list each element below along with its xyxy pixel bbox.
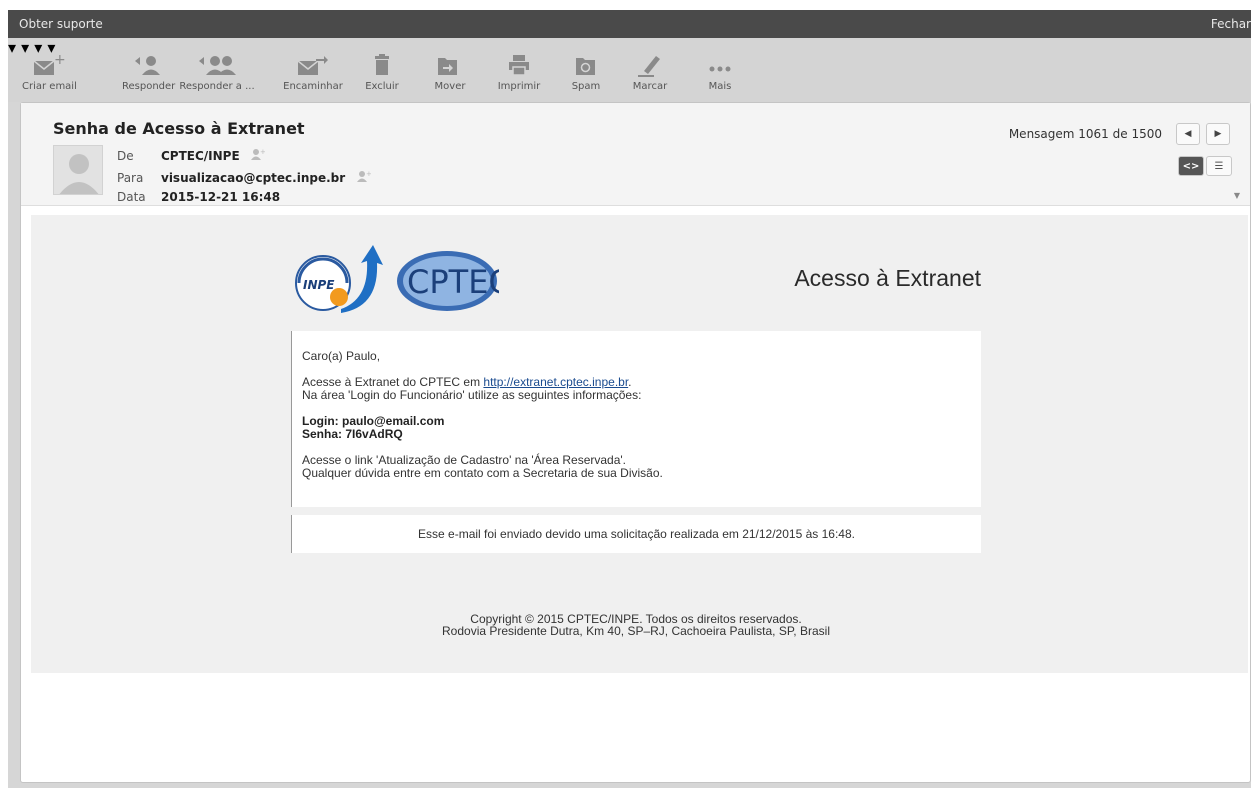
support-link[interactable]: Obter suporte [19,17,103,31]
closing: Acesse o link 'Atualização de Cadastro' … [302,454,971,480]
close-link[interactable]: Fechar [1211,17,1251,31]
message-header: Senha de Acesso à Extranet De CPTEC/INPE … [21,103,1250,206]
toolbar: + Criar email Responder Responder a ... … [8,38,1251,102]
email-content: INPE CPTEC Acesso à Extranet Caro(a) Pau… [31,215,1248,673]
forward-icon [278,50,348,80]
spam-button[interactable]: Spam [566,50,606,92]
reply-label: Responder [122,81,176,92]
new-mail-icon: + [22,50,76,80]
forward-button[interactable]: Encaminhar [278,50,348,92]
arrow-right-icon: ▶ [1214,129,1222,139]
email-footer: Copyright © 2015 CPTEC/INPE. Todos os di… [291,613,981,637]
expand-header-icon[interactable]: ▼ [1234,191,1240,200]
more-dots-icon [698,50,742,80]
print-button[interactable]: Imprimir [494,50,544,92]
text-view-button[interactable]: ☰ [1206,156,1232,176]
from-row: De CPTEC/INPE + [117,148,266,163]
to-label: Para [117,171,144,185]
text-lines-icon: ☰ [1214,160,1224,172]
add-contact-icon[interactable]: + [248,148,266,163]
move-label: Mover [434,81,466,92]
mark-label: Marcar [632,81,668,92]
reply-dropdown-caret-icon[interactable]: ▾ [8,38,16,57]
delete-button[interactable]: Excluir [360,50,404,92]
update-link-text: Acesse o link 'Atualização de Cadastro' … [302,453,627,467]
access-prefix: Acesse à Extranet do CPTEC em [302,375,484,389]
instructions: Acesse à Extranet do CPTEC em http://ext… [302,376,971,402]
cptec-logo: CPTEC [397,251,511,311]
trash-icon [360,50,404,80]
html-view-button[interactable]: <> [1178,156,1204,176]
printer-icon [494,50,544,80]
svg-text:+: + [366,170,371,178]
forward-label: Encaminhar [283,81,343,92]
code-icon: <> [1182,160,1200,172]
folder-move-icon [428,50,472,80]
marker-pen-icon [626,50,674,80]
contact-text: Qualquer dúvida entre em contato com a S… [302,466,663,480]
inpe-logo-text: INPE [303,278,335,292]
svg-text:+: + [260,148,265,156]
from-label: De [117,149,134,163]
reply-icon [122,50,174,80]
prev-message-button[interactable]: ◀ [1176,123,1200,145]
from-value[interactable]: CPTEC/INPE [161,149,240,163]
create-email-button[interactable]: + Criar email [22,50,77,92]
credentials: Login: paulo@email.com Senha: 7I6vAdRQ [302,415,971,441]
mail-window: Obter suporte Fechar + Criar email Respo… [8,10,1251,788]
add-contact-icon[interactable]: + [353,170,372,185]
spam-folder-icon [566,50,606,80]
move-button[interactable]: Mover [428,50,472,92]
password-info: Senha: 7I6vAdRQ [302,427,403,441]
delete-label: Excluir [365,81,399,92]
arrow-left-icon: ◀ [1184,129,1192,139]
print-label: Imprimir [497,81,541,92]
message-view: Senha de Acesso à Extranet De CPTEC/INPE … [20,102,1251,783]
date-value: 2015-12-21 16:48 [161,190,281,204]
reply-all-icon [178,50,256,80]
address: Rodovia Presidente Dutra, Km 40, SP–RJ, … [442,624,830,638]
request-note: Esse e-mail foi enviado devido uma solic… [291,515,981,553]
message-subject: Senha de Acesso à Extranet [53,119,305,138]
reply-all-button[interactable]: Responder a ... [178,50,256,92]
date-row: Data 2015-12-21 16:48 [117,190,280,204]
top-bar: Obter suporte Fechar [8,10,1251,38]
person-silhouette-icon [59,154,99,194]
login-area-text: Na área 'Login do Funcionário' utilize a… [302,388,642,402]
email-logos: INPE CPTEC [289,239,511,323]
svg-text:+: + [54,53,66,68]
message-counter: Mensagem 1061 de 1500 [1008,127,1162,141]
create-email-label: Criar email [22,81,77,92]
reply-all-label: Responder a ... [179,81,255,92]
to-row: Para visualizacao@cptec.inpe.br + [117,170,372,185]
greeting: Caro(a) Paulo, [302,349,381,363]
more-label: Mais [708,81,732,92]
email-message-card: Caro(a) Paulo, Acesse à Extranet do CPTE… [291,331,981,507]
login-info: Login: paulo@email.com [302,414,445,428]
email-title: Acesso à Extranet [794,265,981,291]
more-button[interactable]: Mais [698,50,742,92]
next-message-button[interactable]: ▶ [1206,123,1230,145]
extranet-link[interactable]: http://extranet.cptec.inpe.br [483,375,628,389]
inpe-logo: INPE [295,245,383,313]
access-suffix: . [628,375,632,389]
to-value[interactable]: visualizacao@cptec.inpe.br [161,171,345,185]
reply-button[interactable]: Responder [122,50,176,92]
cptec-logo-text: CPTEC [407,263,499,301]
spam-label: Spam [571,81,601,92]
date-label: Data [117,190,146,204]
mark-button[interactable]: Marcar [626,50,674,92]
avatar [53,145,103,195]
top-margin [0,0,1251,10]
